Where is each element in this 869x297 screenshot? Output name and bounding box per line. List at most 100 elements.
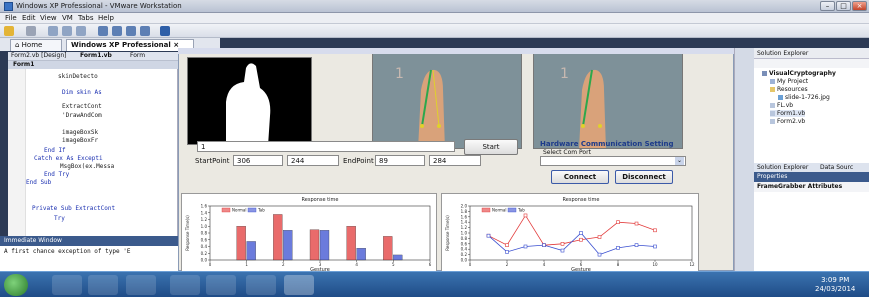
explorer-taskbar-icon[interactable] [52,275,82,295]
menu-file[interactable]: File [5,14,17,22]
project-icon [762,71,767,76]
vmware-app-icon [4,2,13,11]
properties-header: Properties [754,172,869,182]
document-tabs: Form2.vb [Design] Form1.vb Form [8,52,178,61]
endpoint-x-field[interactable]: 89 [375,155,425,166]
x-tick-label: 12 [689,262,695,267]
start-button[interactable] [4,274,28,296]
y-tick-label: 0.8 [201,231,208,236]
tab-solution-explorer[interactable]: Solution Explorer [757,164,808,171]
x-tick-label: 1 [245,262,248,267]
tree-resources[interactable]: Resources [770,86,808,93]
menu-tabs[interactable]: Tabs [78,14,94,22]
menu-bar: File Edit View VM Tabs Help [0,13,869,24]
tree-form1-vb[interactable]: Form1.vb [770,110,806,117]
endpoint-label: EndPoint [343,157,374,165]
series-line [488,232,656,256]
properties-grid[interactable] [754,192,869,271]
console-view-icon[interactable] [98,26,108,36]
data-point [597,252,602,257]
y-tick-label: 0.6 [461,241,468,246]
form1-window: 1 1 1 Start StartPoint 306 244 EndPoint … [178,48,734,273]
quick-switch-icon[interactable] [112,26,122,36]
y-tick-label: 0.0 [201,258,208,263]
active-app-taskbar-icon[interactable] [284,275,314,295]
tree-image-file[interactable]: slide-1-726.jpg [778,94,830,101]
line-chart-svg: 0.00.20.40.60.81.01.21.41.61.82.00 2 4 6 8 10… [445,197,695,273]
y-tick-label: 0.4 [461,247,468,252]
count-textbox[interactable]: 1 [197,141,455,152]
close-button[interactable]: × [852,1,867,11]
code-line: MsgBox(ex.Messa [60,163,115,170]
skin-mask-image [187,57,312,145]
code-editor[interactable]: skinDetecto Dim skin As ExtractCont 'DrawAn… [8,69,178,264]
startpoint-label: StartPoint [195,157,230,165]
y-tick-label: 1.0 [201,224,208,229]
bar [283,230,293,261]
tree-fl-vb[interactable]: FL.vb [770,102,793,109]
doc-tab-form2-design[interactable]: Form2.vb [Design] [11,52,67,59]
start-button[interactable]: Start [464,139,518,155]
legend-label: Normal [492,208,506,213]
code-object-selector[interactable]: Form1 [8,61,178,69]
maximize-button[interactable]: □ [836,1,851,11]
solution-explorer-header: Solution Explorer [754,49,869,59]
data-point [653,228,657,233]
tree-form2-vb[interactable]: Form2.vb [770,118,805,125]
clock-date: 24/03/2014 [815,285,856,293]
startpoint-y-field[interactable]: 244 [287,155,339,166]
tab-home[interactable]: ⌂ Home [10,39,62,51]
tab-windows-xp[interactable]: Windows XP Professional × [66,39,194,51]
menu-view[interactable]: View [40,14,57,22]
tree-project[interactable]: VisualCryptography [762,70,836,77]
menu-vm[interactable]: VM [62,14,73,22]
disconnect-button[interactable]: Disconnect [615,170,673,184]
properties-object-selector[interactable]: FrameGrabber Attributes [754,182,869,192]
unity-icon[interactable] [140,26,150,36]
fullscreen-icon[interactable] [126,26,136,36]
revert-icon[interactable] [62,26,72,36]
app-taskbar-icon[interactable] [206,275,236,295]
y-tick-label: 1.6 [461,214,468,219]
snapshot-icon[interactable] [48,26,58,36]
solution-tree: VisualCryptography My Project Resources … [754,68,869,163]
doc-tab-form[interactable]: Form [130,52,145,59]
chevron-down-icon[interactable]: ⌄ [675,157,684,165]
chrome-taskbar-icon[interactable] [126,275,156,295]
vmware-title-bar: Windows XP Professional - VMware Worksta… [0,0,869,13]
y-tick-label: 0.2 [201,251,208,256]
code-line: 'DrawAndCom [62,112,102,119]
skype-taskbar-icon[interactable] [170,275,200,295]
power-icon[interactable] [4,26,14,36]
clock: 3:09 PM 24/03/2014 [815,276,855,294]
library-icon[interactable] [160,26,170,36]
mail-taskbar-icon[interactable] [88,275,118,295]
data-point [579,237,583,242]
data-point [616,220,620,225]
code-line: Private Sub ExtractCont [32,205,116,212]
tree-my-project[interactable]: My Project [770,78,808,85]
menu-edit[interactable]: Edit [22,14,36,22]
doc-tab-form1[interactable]: Form1.vb [80,52,112,59]
vb-file-icon [770,103,775,108]
bar [236,226,246,261]
tab-data-sources[interactable]: Data Sourc [820,164,853,171]
send-keys-icon[interactable] [26,26,36,36]
startpoint-x-field[interactable]: 306 [233,155,283,166]
line-chart-panel: 0.0 0.2 0.4 0.6 0.8 1.0 1.2 1.4 1.6 1.8 2.0 0 2 4 6 8 10… [441,193,699,273]
bar [273,214,283,261]
immediate-window-output[interactable]: A first chance exception of type 'E [0,246,180,271]
system-tray[interactable] [680,275,800,295]
endpoint-y-field[interactable]: 284 [429,155,481,166]
com-port-dropdown[interactable]: ⌄ [540,156,686,166]
form-scroll-strip[interactable] [734,48,754,271]
bar [309,229,320,261]
form-file-icon [770,111,775,116]
connect-button[interactable]: Connect [551,170,609,184]
manage-snapshots-icon[interactable] [76,26,86,36]
minimize-button[interactable]: – [820,1,835,11]
com-port-label: Select Com Port [543,149,591,156]
vmware-taskbar-icon[interactable] [246,275,276,295]
menu-help[interactable]: Help [98,14,114,22]
form-file-icon [770,119,775,124]
